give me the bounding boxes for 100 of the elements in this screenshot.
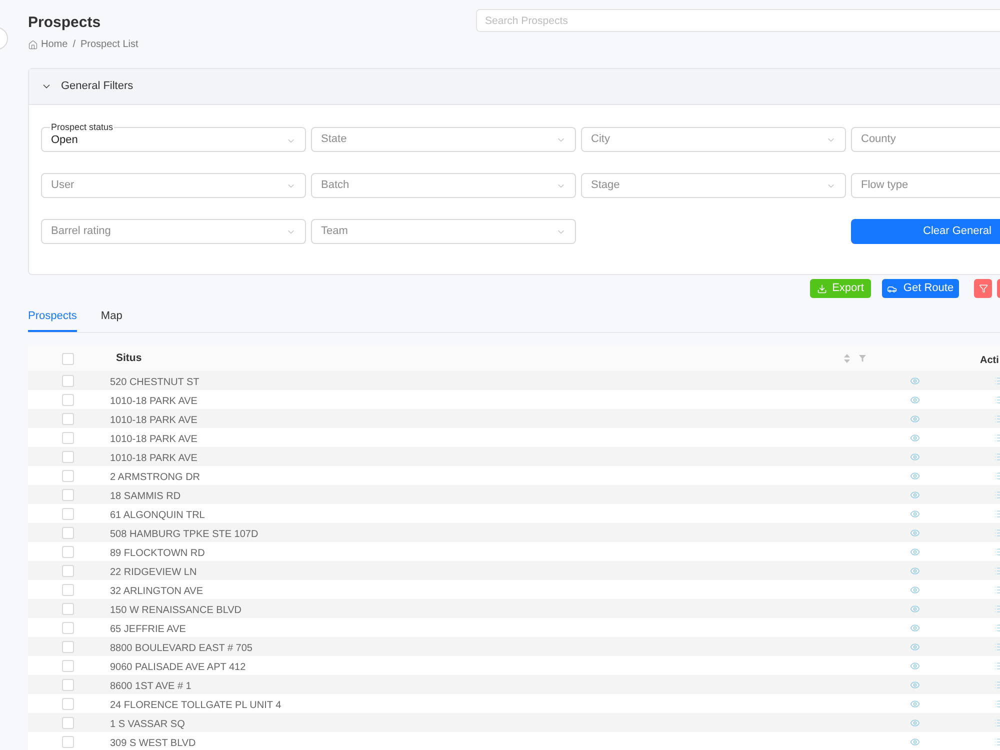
dropdown-field[interactable]: City xyxy=(581,127,846,152)
dropdown-field[interactable]: Barrel rating xyxy=(41,219,306,244)
tab[interactable]: Map xyxy=(100,305,122,332)
view-eye-icon[interactable] xyxy=(910,528,920,538)
situs-text: 89 FLOCKTOWN RD xyxy=(110,548,205,558)
dropdown-field[interactable]: User xyxy=(41,173,306,198)
checkbox[interactable] xyxy=(62,508,74,520)
get-route-button[interactable]: Get Route xyxy=(882,279,959,298)
status-select[interactable]: Prospect status Open xyxy=(41,122,306,152)
table-row[interactable]: 1010-18 PARK AVE xyxy=(28,447,1000,466)
view-eye-icon[interactable] xyxy=(910,414,920,424)
situs-text: 1010-18 PARK AVE xyxy=(110,452,198,464)
situs-text: 65 JEFFRIE AVE xyxy=(110,624,186,634)
checkbox[interactable] xyxy=(62,698,74,710)
column-filter-icon[interactable] xyxy=(859,355,866,362)
sort-icon[interactable] xyxy=(844,354,850,363)
dropdown-field[interactable]: Batch xyxy=(311,173,576,198)
table-row[interactable]: 18 SAMMIS RD xyxy=(28,485,1000,504)
situs-text: 520 CHESTNUT ST xyxy=(110,376,200,388)
table-row[interactable]: 508 HAMBURG TPKE STE 107D xyxy=(28,523,1000,542)
dropdown-field[interactable]: County xyxy=(851,127,1000,152)
situs-text: 1 S VASSAR SQ xyxy=(110,718,185,730)
checkbox[interactable] xyxy=(62,470,74,482)
search-field[interactable]: Search Prospects xyxy=(476,9,1000,32)
situs-text: 309 S WEST BLVD xyxy=(110,738,196,748)
dropdown-field[interactable]: State xyxy=(311,127,576,152)
car-icon xyxy=(887,284,898,294)
situs-text: 22 RIDGEVIEW LN xyxy=(110,566,197,578)
breadcrumb-separator: / xyxy=(72,38,76,52)
situs-text: 24 FLORENCE TOLLGATE PL UNIT 4 xyxy=(110,700,282,710)
filters-header[interactable]: General Filters xyxy=(29,69,1000,105)
column-header: Situs xyxy=(115,350,142,366)
table-row[interactable]: 24 FLORENCE TOLLGATE PL UNIT 4 xyxy=(28,694,1000,713)
breadcrumb-link[interactable]: Home xyxy=(41,37,68,52)
table-row[interactable]: 2 ARMSTRONG DR xyxy=(28,466,1000,485)
table-row[interactable]: 1010-18 PARK AVE xyxy=(28,409,1000,428)
view-eye-icon[interactable] xyxy=(910,508,920,518)
view-eye-icon[interactable] xyxy=(910,622,920,632)
checkbox[interactable] xyxy=(62,352,74,364)
view-eye-icon[interactable] xyxy=(910,546,920,556)
dropdown-field[interactable]: Flow type xyxy=(851,173,1000,198)
view-eye-icon[interactable] xyxy=(910,584,920,594)
view-eye-icon[interactable] xyxy=(910,566,920,576)
view-eye-icon[interactable] xyxy=(910,718,920,728)
checkbox[interactable] xyxy=(62,374,74,386)
table-row[interactable]: 89 FLOCKTOWN RD xyxy=(28,542,1000,561)
view-eye-icon[interactable] xyxy=(910,698,920,708)
table-row[interactable]: 150 W RENAISSANCE BLVD xyxy=(28,599,1000,618)
checkbox[interactable] xyxy=(62,602,74,614)
filter-button[interactable] xyxy=(974,279,992,298)
table-row[interactable]: 22 RIDGEVIEW LN xyxy=(28,561,1000,580)
table-row[interactable]: 61 ALGONQUIN TRL xyxy=(28,504,1000,523)
table-row[interactable]: 520 CHESTNUT ST xyxy=(28,371,1000,390)
table-row[interactable]: 309 S WEST BLVD xyxy=(28,732,1000,750)
view-eye-icon[interactable] xyxy=(910,376,920,386)
checkbox[interactable] xyxy=(62,488,74,500)
table-row[interactable]: 32 ARLINGTON AVE xyxy=(28,580,1000,599)
tab[interactable]: Prospects xyxy=(28,305,77,332)
table-row[interactable]: 1010-18 PARK AVE xyxy=(28,428,1000,447)
checkbox[interactable] xyxy=(62,640,74,652)
checkbox[interactable] xyxy=(62,716,74,728)
situs-text: 18 SAMMIS RD xyxy=(110,490,181,502)
situs-text: 1010-18 PARK AVE xyxy=(110,396,198,406)
view-eye-icon[interactable] xyxy=(910,642,920,652)
home-icon xyxy=(28,40,38,50)
table-row[interactable]: 1 S VASSAR SQ xyxy=(28,713,1000,732)
page-title: Prospects xyxy=(28,13,102,32)
checkbox[interactable] xyxy=(62,660,74,672)
checkbox[interactable] xyxy=(62,736,74,748)
table-row[interactable]: 65 JEFFRIE AVE xyxy=(28,618,1000,637)
view-eye-icon[interactable] xyxy=(910,432,920,442)
view-eye-icon[interactable] xyxy=(910,660,920,670)
dropdown-field[interactable]: Stage xyxy=(581,173,846,198)
checkbox[interactable] xyxy=(62,432,74,444)
checkbox[interactable] xyxy=(62,450,74,462)
view-eye-icon[interactable] xyxy=(910,604,920,614)
table-row[interactable]: 1010-18 PARK AVE xyxy=(28,390,1000,409)
view-eye-icon[interactable] xyxy=(910,736,920,746)
dropdown-field[interactable]: Team xyxy=(311,219,576,244)
table-row[interactable]: 9060 PALISADE AVE APT 412 xyxy=(28,656,1000,675)
checkbox[interactable] xyxy=(62,564,74,576)
checkbox[interactable] xyxy=(62,394,74,406)
checkbox[interactable] xyxy=(62,412,74,424)
table-row[interactable]: 8600 1ST AVE # 1 xyxy=(28,675,1000,694)
checkbox[interactable] xyxy=(62,622,74,634)
view-eye-icon[interactable] xyxy=(910,680,920,690)
checkbox[interactable] xyxy=(62,584,74,596)
checkbox[interactable] xyxy=(62,546,74,558)
checkbox[interactable] xyxy=(62,678,74,690)
situs-text: 61 ALGONQUIN TRL xyxy=(110,510,205,520)
view-eye-icon[interactable] xyxy=(910,470,920,480)
table-row[interactable]: 8800 BOULEVARD EAST # 705 xyxy=(28,637,1000,656)
situs-text: 1010-18 PARK AVE xyxy=(110,414,198,426)
breadcrumb-current: Prospect List xyxy=(80,38,138,52)
clear-filters-button[interactable]: Clear General xyxy=(851,219,1000,244)
view-eye-icon[interactable] xyxy=(910,452,920,462)
checkbox[interactable] xyxy=(62,526,74,538)
view-eye-icon[interactable] xyxy=(910,490,920,500)
situs-text: 8800 BOULEVARD EAST # 705 xyxy=(110,642,252,654)
view-eye-icon[interactable] xyxy=(910,394,920,404)
